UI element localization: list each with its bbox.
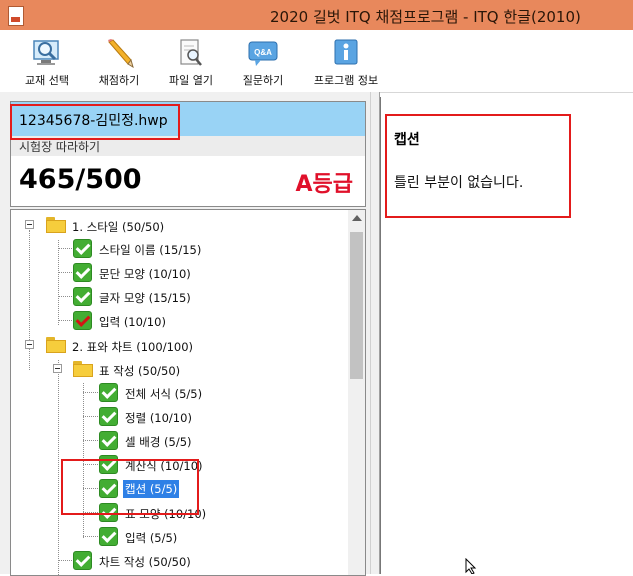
- grade-badge: A등급: [295, 172, 353, 197]
- grading-tree[interactable]: 1. 스타일 (50/50) 스타일 이름 (15/15) 문단 모양 (10/…: [10, 209, 366, 576]
- checkmark-icon: [99, 527, 118, 546]
- collapse-toggle[interactable]: [53, 364, 62, 373]
- toolbar-label: 프로그램 정보: [313, 74, 379, 87]
- toolbar-label: 질문하기: [242, 74, 284, 87]
- tree-node-label: 스타일 이름 (15/15): [99, 243, 202, 257]
- tree-connector: [29, 230, 30, 370]
- folder-icon: [46, 217, 66, 233]
- tree-connector: [83, 392, 98, 393]
- tree-node-label: 문단 모양 (10/10): [99, 267, 191, 281]
- tree-connector: [83, 440, 98, 441]
- tree-node-label: 2. 표와 차트 (100/100): [72, 340, 194, 354]
- tree-node-label: 입력 (5/5): [125, 531, 178, 545]
- checkmark-icon: [73, 239, 92, 258]
- tree-connector: [58, 248, 72, 249]
- tree-connector: [58, 272, 72, 273]
- tree-node-label: 전체 서식 (5/5): [125, 387, 203, 401]
- tree-node-label: 입력 (10/10): [99, 315, 166, 329]
- tree-connector: [58, 360, 59, 575]
- grade-button[interactable]: 채점하기: [88, 32, 150, 88]
- scroll-up-arrow-icon[interactable]: [352, 215, 362, 221]
- panel-splitter[interactable]: [370, 92, 380, 574]
- program-info-button[interactable]: 프로그램 정보: [304, 32, 388, 88]
- annotation-box-filename: [10, 104, 180, 140]
- annotation-box-detail: [385, 114, 571, 218]
- tree-node-label: 1. 스타일 (50/50): [72, 220, 165, 234]
- qa-bubble-icon: Q&A: [248, 41, 278, 66]
- select-textbook-button[interactable]: 교재 선택: [14, 32, 80, 88]
- total-score: 465/500: [19, 164, 142, 195]
- checkmark-icon: [99, 431, 118, 450]
- toolbar-label: 파일 열기: [169, 74, 213, 87]
- tree-connector: [58, 240, 59, 325]
- tree-connector: [58, 560, 72, 561]
- toolbar-label: 교재 선택: [25, 74, 69, 87]
- checkmark-icon: [73, 287, 92, 306]
- magnifier-monitor-icon: [33, 40, 59, 65]
- scroll-thumb[interactable]: [350, 232, 363, 379]
- document-search-icon: [180, 39, 202, 66]
- tree-node-label: 셀 배경 (5/5): [125, 435, 192, 449]
- app-icon: [8, 6, 24, 26]
- collapse-toggle[interactable]: [25, 220, 34, 229]
- tree-node-label: 차트 작성 (50/50): [99, 555, 191, 569]
- checkmark-icon: [73, 311, 92, 330]
- annotation-box-caption: [61, 459, 199, 515]
- exam-type-label: 시험장 따라하기: [19, 140, 101, 154]
- open-file-button[interactable]: 파일 열기: [160, 32, 222, 88]
- tree-node-label: 표 작성 (50/50): [99, 364, 181, 378]
- collapse-toggle[interactable]: [25, 340, 34, 349]
- toolbar: 교재 선택 채점하기 파일 열기 Q&A 질문하기 프로그램 정보: [0, 30, 633, 93]
- tree-connector: [58, 296, 72, 297]
- ask-question-button[interactable]: Q&A 질문하기: [230, 32, 296, 88]
- checkmark-icon: [73, 263, 92, 282]
- tree-node-label: 정렬 (10/10): [125, 411, 192, 425]
- folder-icon: [73, 361, 93, 377]
- checkmark-icon: [73, 551, 92, 570]
- toolbar-label: 채점하기: [98, 74, 140, 87]
- folder-icon: [46, 337, 66, 353]
- tree-connector: [58, 320, 72, 321]
- tree-connector: [83, 536, 98, 537]
- title-bar: 2020 길벗 ITQ 채점프로그램 - ITQ 한글(2010): [0, 0, 633, 30]
- tree-scrollbar[interactable]: [348, 210, 365, 575]
- checkmark-icon: [99, 407, 118, 426]
- tree-connector: [83, 416, 98, 417]
- checkmark-icon: [99, 383, 118, 402]
- svg-text:Q&A: Q&A: [254, 48, 272, 57]
- tree-node-label: 글자 모양 (15/15): [99, 291, 191, 305]
- pencil-icon: [108, 39, 134, 68]
- info-icon: [334, 39, 358, 65]
- window-title: 2020 길벗 ITQ 채점프로그램 - ITQ 한글(2010): [270, 8, 581, 26]
- mouse-cursor-icon: [465, 558, 477, 574]
